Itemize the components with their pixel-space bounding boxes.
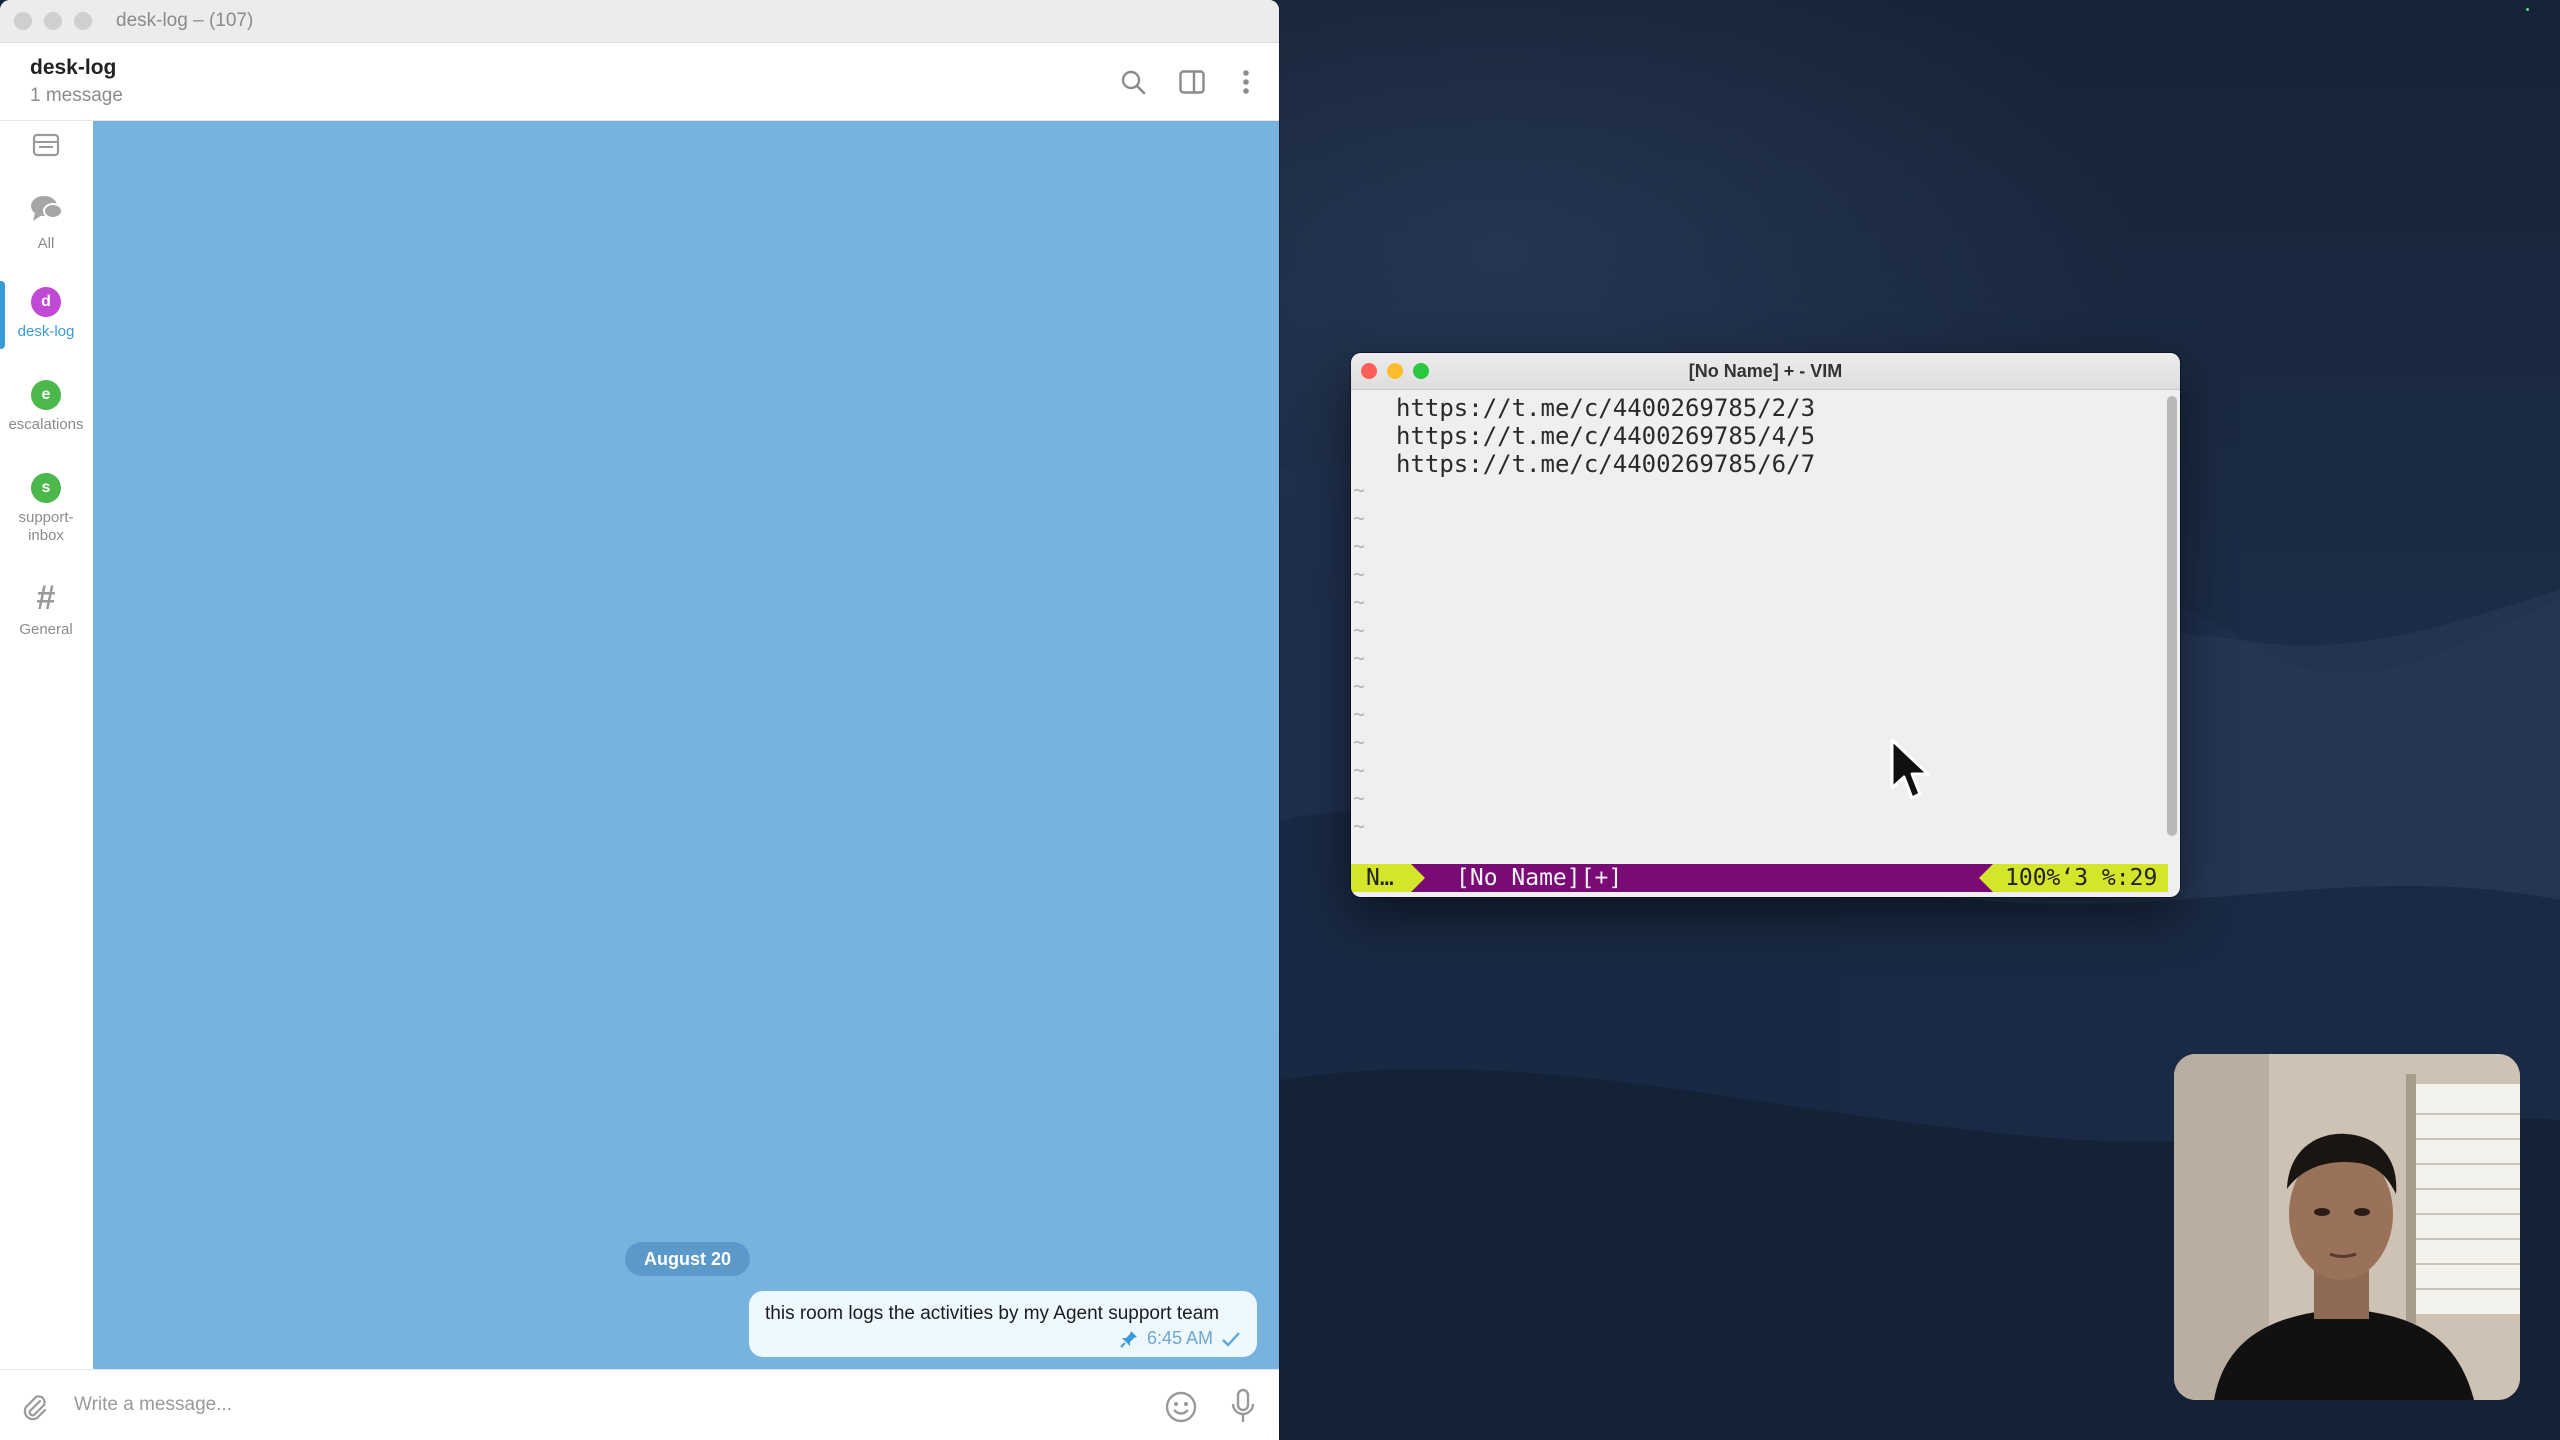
folder-escalations-label: escalations (8, 416, 84, 433)
folder-desk-log[interactable]: d desk-log (0, 287, 92, 341)
empty-line-marker: ~ (1353, 478, 1366, 502)
vim-minimize-button[interactable] (1387, 363, 1403, 379)
folder-general-label: General (19, 621, 73, 638)
vim-statusline: N… [No Name][+] 100%‘3 %:29 (1351, 864, 2168, 892)
status-separator (1411, 864, 1425, 892)
status-separator (1979, 864, 1993, 892)
hashtag-icon: # (36, 579, 56, 617)
folder-all[interactable]: All (0, 194, 92, 253)
vim-mode-indicator: N… (1351, 864, 1411, 892)
empty-line-marker: ~ (1353, 814, 1366, 838)
minimize-window-button[interactable] (44, 12, 62, 30)
window-controls (14, 12, 92, 30)
empty-line-marker: ~ (1353, 730, 1366, 754)
empty-line-marker: ~ (1353, 758, 1366, 782)
message-bubble[interactable]: this room logs the activities by my Agen… (749, 1291, 1257, 1357)
pin-icon (1120, 1330, 1137, 1348)
chats-icon (31, 196, 63, 221)
vim-line: https://t.me/c/4400269785/4/5 (1396, 422, 1816, 450)
folder-escalations[interactable]: e escalations (0, 380, 92, 434)
empty-line-marker: ~ (1353, 590, 1366, 614)
vim-editor[interactable]: https://t.me/c/4400269785/2/3 https://t.… (1351, 390, 2180, 897)
webcam-feed (2174, 1054, 2520, 1400)
window-title: desk-log – (107) (116, 10, 254, 31)
vim-titlebar: [No Name] + - VIM (1351, 353, 2180, 390)
folder-desk-log-label: desk-log (17, 323, 75, 340)
mouse-cursor-icon (1890, 738, 1930, 800)
empty-line-marker: ~ (1353, 534, 1366, 558)
attach-icon[interactable] (20, 1392, 48, 1422)
date-separator: August 20 (625, 1242, 751, 1276)
message-meta: 6:45 AM (1119, 1328, 1241, 1349)
sidebar-toggle-icon[interactable] (1176, 66, 1208, 98)
vim-status-position: 100%‘3 %:29 (1993, 864, 2168, 892)
folder-all-label: All (37, 235, 55, 252)
desk-log-avatar: d (31, 287, 61, 317)
support-inbox-avatar: s (31, 473, 61, 503)
search-icon[interactable] (1117, 66, 1149, 98)
folder-support-inbox[interactable]: s support-inbox (0, 473, 92, 545)
empty-line-marker: ~ (1353, 702, 1366, 726)
message-input[interactable]: Write a message... (74, 1394, 232, 1416)
desktop-star (2526, 8, 2529, 11)
telegram-titlebar: desk-log – (107) (0, 0, 1279, 43)
vim-zoom-button[interactable] (1413, 363, 1429, 379)
escalations-avatar: e (31, 380, 61, 410)
folder-support-inbox-label: support-inbox (18, 509, 74, 544)
folder-sidebar: All d desk-log e escalations s support-i… (0, 121, 92, 1370)
vim-window-controls (1361, 363, 1429, 379)
telegram-window: desk-log – (107) desk-log 1 message All … (0, 0, 1279, 1440)
chat-subtitle: 1 message (30, 85, 123, 106)
chat-name[interactable]: desk-log (30, 56, 116, 80)
empty-line-marker: ~ (1353, 618, 1366, 642)
empty-line-marker: ~ (1353, 506, 1366, 530)
empty-line-marker: ~ (1353, 786, 1366, 810)
emoji-icon[interactable] (1164, 1390, 1198, 1424)
zoom-window-button[interactable] (74, 12, 92, 30)
empty-line-marker: ~ (1353, 562, 1366, 586)
chat-messages-area[interactable]: August 20 this room logs the activities … (93, 121, 1279, 1370)
read-check-icon (1222, 1331, 1240, 1347)
message-time: 6:45 AM (1146, 1328, 1213, 1348)
empty-line-marker: ~ (1353, 646, 1366, 670)
chat-header: desk-log 1 message (0, 43, 1279, 121)
vim-line: https://t.me/c/4400269785/6/7 (1396, 450, 1816, 478)
more-options-icon[interactable] (1230, 66, 1262, 98)
vim-close-button[interactable] (1361, 363, 1377, 379)
microphone-icon[interactable] (1230, 1388, 1256, 1424)
vim-line: https://t.me/c/4400269785/2/3 (1396, 394, 1816, 422)
message-composer: Write a message... (0, 1369, 1279, 1440)
close-window-button[interactable] (14, 12, 32, 30)
webcam-overlay (2174, 1054, 2520, 1400)
vim-window: [No Name] + - VIM https://t.me/c/4400269… (1351, 353, 2180, 897)
vim-scrollbar[interactable] (2167, 396, 2177, 836)
folders-menu-icon[interactable] (0, 133, 92, 162)
vim-title: [No Name] + - VIM (1688, 361, 1843, 381)
vim-status-filename: [No Name][+] (1456, 865, 1623, 891)
message-text: this room logs the activities by my Agen… (765, 1303, 1220, 1324)
folder-general[interactable]: # General (0, 581, 92, 639)
empty-line-marker: ~ (1353, 674, 1366, 698)
